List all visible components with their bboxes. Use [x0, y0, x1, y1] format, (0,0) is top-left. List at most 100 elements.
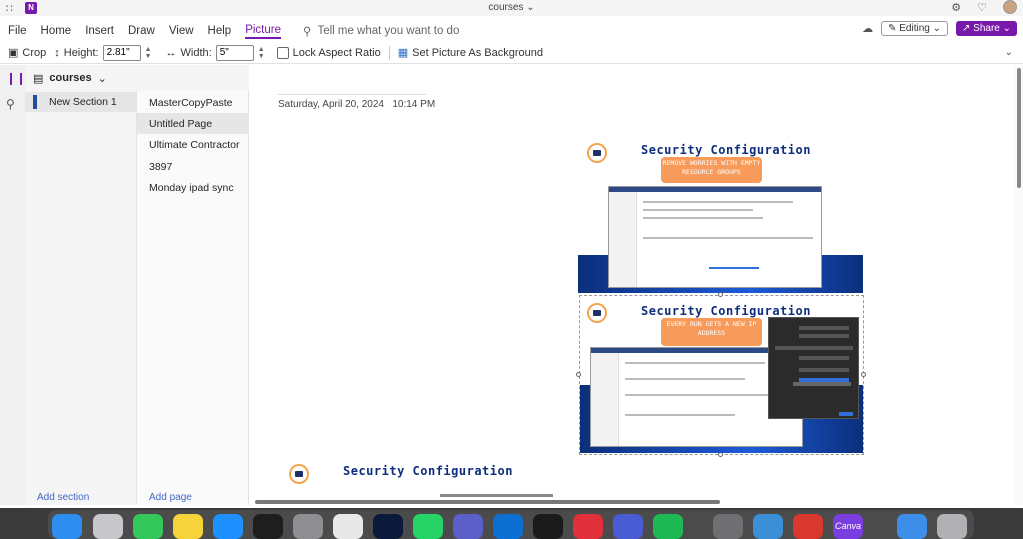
search-icon[interactable]: ⚲: [6, 97, 15, 111]
set-background-label: Set Picture As Background: [412, 46, 543, 59]
notebook-selector[interactable]: ▤ courses ⌄: [25, 65, 249, 91]
trash-icon[interactable]: [937, 514, 967, 539]
menu-file[interactable]: File: [8, 25, 27, 37]
vertical-scroll-thumb[interactable]: [1017, 68, 1021, 188]
tell-me-text: Tell me what you want to do: [317, 25, 460, 37]
tell-me-search[interactable]: ⚲ Tell me what you want to do: [303, 24, 459, 38]
terminal-icon[interactable]: [253, 514, 283, 539]
menu-picture[interactable]: Picture: [245, 24, 281, 39]
preview-icon[interactable]: [713, 514, 743, 539]
width-label: Width:: [180, 46, 212, 59]
menu-view[interactable]: View: [169, 25, 194, 37]
davinci-icon[interactable]: [533, 514, 563, 539]
set-background-button[interactable]: ▦ Set Picture As Background: [398, 46, 543, 60]
lightbulb-icon: ⚲: [303, 26, 312, 38]
page-item[interactable]: Untitled Page: [137, 113, 249, 134]
menu-insert[interactable]: Insert: [85, 25, 114, 37]
canva-icon[interactable]: Canva: [833, 514, 863, 539]
page-date: Saturday, April 20, 2024: [278, 99, 384, 110]
height-input[interactable]: [102, 44, 141, 61]
lock-aspect-checkbox[interactable]: Lock Aspect Ratio: [276, 46, 381, 59]
menu-draw[interactable]: Draw: [128, 25, 155, 37]
notebook-icon: ▤: [33, 72, 44, 85]
menu-help[interactable]: Help: [208, 25, 232, 37]
menu-home[interactable]: Home: [41, 25, 72, 37]
checkbox-box[interactable]: [276, 46, 289, 59]
height-spinner[interactable]: ▲ ▼: [145, 46, 152, 60]
avatar[interactable]: [1003, 0, 1017, 14]
lock-aspect-label: Lock Aspect Ratio: [292, 46, 381, 59]
width-input[interactable]: [215, 44, 254, 61]
anydesk-icon[interactable]: [573, 514, 603, 539]
menu-bar: File Home Insert Draw View Help Picture …: [0, 20, 1023, 42]
editing-mode-button[interactable]: ✎ Editing ⌄: [881, 21, 948, 36]
app-store-icon[interactable]: [213, 514, 243, 539]
add-page-link[interactable]: Add page: [149, 492, 192, 503]
spotify-icon[interactable]: [653, 514, 683, 539]
course-logo-icon: [587, 303, 607, 323]
course-logo-icon: [587, 143, 607, 163]
system-settings-icon[interactable]: [293, 514, 323, 539]
screenshot-image[interactable]: [608, 186, 822, 288]
editing-mode-label: Editing ⌄: [899, 23, 941, 34]
width-spinner[interactable]: ▲ ▼: [258, 46, 265, 60]
section-tab[interactable]: New Section 1: [25, 92, 137, 112]
messages-icon[interactable]: [133, 514, 163, 539]
page-item[interactable]: Monday ipad sync: [137, 177, 249, 198]
share-button[interactable]: ↗ Share ⌄: [955, 21, 1017, 36]
slide-callout: REMOVE WORRIES WITH EMPTY RESOURCE GROUP…: [661, 157, 762, 183]
width-control: ↔ Width: ▲▼: [165, 44, 265, 61]
section-color-tab: [33, 95, 37, 109]
page-timestamp: Saturday, April 20, 2024 10:14 PM: [278, 99, 435, 110]
bluebubble-icon[interactable]: [613, 514, 643, 539]
finder-icon[interactable]: [52, 514, 82, 539]
section-label: New Section 1: [49, 96, 117, 108]
sections-pane: [25, 65, 137, 505]
crop-icon: ▣: [8, 47, 19, 59]
chrome-icon[interactable]: [333, 514, 363, 539]
image-edge: [440, 494, 553, 497]
resize-handle[interactable]: [861, 372, 866, 377]
slide-callout: EVERY RUN GETS A NEW IP ADDRESS: [661, 318, 762, 346]
quicktime-icon[interactable]: [753, 514, 783, 539]
downloads-folder-icon[interactable]: [897, 514, 927, 539]
resize-handle[interactable]: [576, 372, 581, 377]
notes-icon[interactable]: [173, 514, 203, 539]
page-item[interactable]: MasterCopyPaste: [137, 92, 249, 113]
height-label: Height:: [63, 46, 99, 59]
launchpad-icon[interactable]: [93, 514, 123, 539]
chevron-down-icon[interactable]: ⌄: [1005, 47, 1013, 58]
notebook-name: courses: [49, 72, 92, 84]
add-section-link[interactable]: Add section: [37, 492, 89, 503]
slide-title: Security Configuration: [641, 304, 811, 318]
slide-title: Security Configuration: [641, 143, 811, 157]
chevron-down-icon: ⌄: [97, 72, 107, 85]
page-time: 10:14 PM: [392, 99, 436, 110]
page-item[interactable]: Ultimate Contractor: [137, 134, 249, 155]
share-label: Share ⌄: [973, 23, 1011, 34]
crop-button[interactable]: ▣ Crop: [8, 46, 47, 60]
resize-handle[interactable]: [718, 292, 723, 297]
cloud-sync-icon[interactable]: ☁: [862, 22, 873, 35]
height-icon: ↕: [54, 46, 60, 59]
document-title[interactable]: courses ⌄: [0, 2, 1023, 13]
whatsapp-icon[interactable]: [413, 514, 443, 539]
course-logo-icon: [289, 464, 309, 484]
width-icon: ↔: [165, 46, 177, 59]
vscode-icon[interactable]: [493, 514, 523, 539]
title-bar: ∷ N courses ⌄ ⚙ ♡: [0, 0, 1023, 16]
height-control: ↕ Height: ▲▼: [54, 44, 152, 61]
settings-icon[interactable]: ⚙: [951, 1, 961, 14]
page-item[interactable]: 3897: [137, 156, 249, 177]
ribbon-divider: [388, 45, 390, 60]
chatgpt-icon[interactable]: [373, 514, 403, 539]
navigation-rail: ❙❙ ⚲: [0, 65, 26, 505]
crop-label: Crop: [22, 46, 47, 59]
title-underline: [278, 94, 426, 95]
notebooks-icon[interactable]: ❙❙: [6, 71, 26, 85]
teams-icon[interactable]: [453, 514, 483, 539]
remote-desktop-icon[interactable]: [793, 514, 823, 539]
slide-title: Security Configuration: [343, 464, 513, 478]
horizontal-scrollbar[interactable]: [255, 500, 720, 504]
notifications-icon[interactable]: ♡: [977, 1, 987, 14]
